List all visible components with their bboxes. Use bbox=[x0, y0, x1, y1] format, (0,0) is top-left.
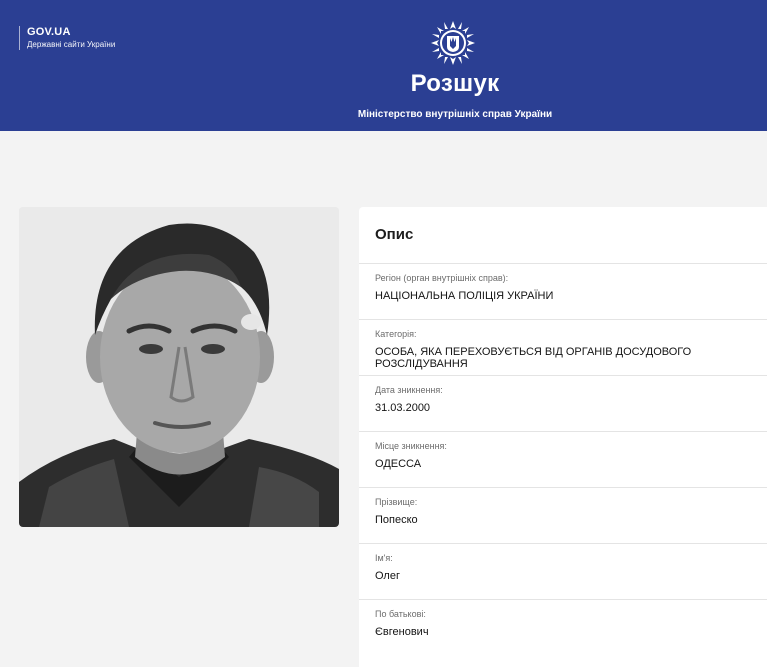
page-title: Розшук bbox=[410, 70, 500, 97]
field-region: Регіон (орган внутрішніх справ): НАЦІОНА… bbox=[359, 263, 767, 320]
field-value: ОДЕССА bbox=[375, 458, 422, 470]
field-value: 31.03.2000 bbox=[375, 402, 431, 414]
field-label: Дата зникнення: bbox=[375, 385, 443, 395]
gov-ua-link[interactable]: GOV.UA Державні сайти України bbox=[19, 26, 115, 50]
site-header: GOV.UA Державні сайти України Розшук Мін… bbox=[0, 0, 767, 131]
field-label: Місце зникнення: bbox=[375, 441, 447, 451]
description-card: Опис Регіон (орган внутрішніх справ): НА… bbox=[359, 207, 767, 667]
field-category: Категорія: ОСОБА, ЯКА ПЕРЕХОВУЄТЬСЯ ВІД … bbox=[359, 319, 767, 376]
field-value: Олег bbox=[375, 570, 400, 582]
field-value: ОСОБА, ЯКА ПЕРЕХОВУЄТЬСЯ ВІД ОРГАНІВ ДОС… bbox=[375, 346, 692, 370]
field-patronymic: По батькові: Євгенович bbox=[359, 599, 767, 656]
gov-ua-subtitle: Державні сайти України bbox=[27, 40, 116, 49]
field-surname: Прізвище: Попеско bbox=[359, 487, 767, 544]
ministry-subtitle: Міністерство внутрішніх справ України bbox=[357, 109, 553, 120]
field-value: Євгенович bbox=[375, 626, 429, 638]
field-value: Попеско bbox=[375, 514, 418, 526]
field-label: Регіон (орган внутрішніх справ): bbox=[375, 273, 509, 283]
gov-ua-title: GOV.UA bbox=[27, 26, 71, 38]
police-emblem-icon[interactable] bbox=[430, 20, 476, 66]
person-portrait-image bbox=[19, 207, 339, 527]
field-missing-date: Дата зникнення: 31.03.2000 bbox=[359, 375, 767, 432]
field-label: Прізвище: bbox=[375, 497, 418, 507]
person-photo bbox=[19, 207, 339, 527]
field-label: Категорія: bbox=[375, 329, 417, 339]
field-value: НАЦІОНАЛЬНА ПОЛІЦІЯ УКРАЇНИ bbox=[375, 290, 554, 302]
field-label: Ім'я: bbox=[375, 553, 393, 563]
field-first-name: Ім'я: Олег bbox=[359, 543, 767, 600]
field-missing-place: Місце зникнення: ОДЕССА bbox=[359, 431, 767, 488]
card-title: Опис bbox=[375, 226, 414, 243]
field-label: По батькові: bbox=[375, 609, 426, 619]
